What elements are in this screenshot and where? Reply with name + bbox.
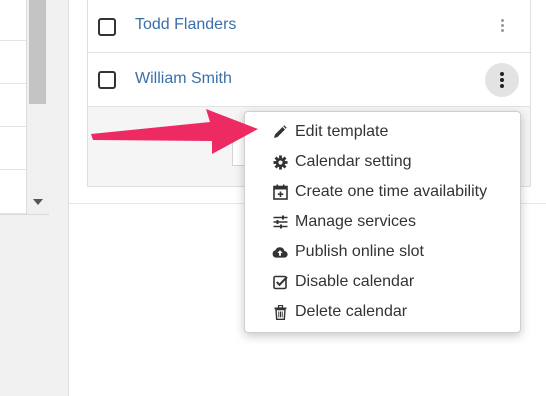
trash-icon — [272, 304, 288, 320]
scroll-down-arrow-icon[interactable] — [33, 199, 43, 205]
menu-item-label: Manage services — [295, 213, 416, 230]
calendar-actions-menu: Edit template Calendar setting Create on… — [244, 111, 521, 333]
checkbox-checked-icon — [272, 274, 288, 290]
pencil-icon — [272, 124, 288, 140]
left-row — [0, 41, 26, 84]
row-checkbox[interactable] — [98, 71, 116, 89]
list-item: William Smith — [88, 53, 530, 107]
scrollbar-thumb[interactable] — [29, 0, 46, 104]
menu-item-label: Create one time availability — [295, 183, 488, 200]
row-checkbox[interactable] — [98, 18, 116, 36]
menu-item-label: Edit template — [295, 123, 389, 140]
menu-item-label: Delete calendar — [295, 303, 408, 320]
calendar-name-link[interactable]: William Smith — [135, 70, 232, 88]
menu-item-edit-template[interactable]: Edit template — [245, 117, 520, 147]
calendar-name-link[interactable]: Todd Flanders — [135, 16, 236, 34]
menu-item-calendar-setting[interactable]: Calendar setting — [245, 147, 520, 177]
left-row — [0, 127, 26, 170]
menu-item-label: Calendar setting — [295, 153, 412, 170]
more-options-icon[interactable] — [485, 8, 519, 42]
menu-item-delete-calendar[interactable]: Delete calendar — [245, 297, 520, 327]
left-panel — [0, 0, 49, 215]
cloud-upload-icon — [272, 244, 288, 260]
menu-item-manage-services[interactable]: Manage services — [245, 207, 520, 237]
vertical-scrollbar[interactable] — [26, 0, 49, 214]
menu-item-label: Publish online slot — [295, 243, 424, 260]
sliders-icon — [272, 214, 288, 230]
left-row — [0, 170, 26, 214]
menu-item-create-one-time-availability[interactable]: Create one time availability — [245, 177, 520, 207]
menu-item-publish-online-slot[interactable]: Publish online slot — [245, 237, 520, 267]
menu-item-disable-calendar[interactable]: Disable calendar — [245, 267, 520, 297]
list-item: Todd Flanders — [88, 0, 530, 53]
calendar-plus-icon — [272, 184, 288, 200]
more-options-icon[interactable] — [485, 63, 519, 97]
left-row — [0, 0, 26, 41]
menu-item-label: Disable calendar — [295, 273, 415, 290]
gear-icon — [272, 154, 288, 170]
left-row — [0, 84, 26, 127]
